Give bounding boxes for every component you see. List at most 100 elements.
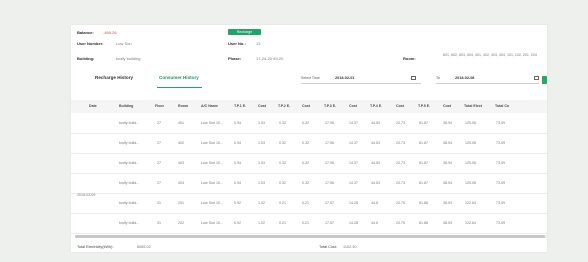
col-building: Building	[119, 104, 134, 108]
start-date-label: Select Time	[301, 76, 320, 80]
table-row: toolfy build... 27 403 Low Son 10... 0.94 1.0…	[71, 153, 547, 174]
end-date-input[interactable]: 2018-02-08	[455, 76, 474, 80]
cell-ac-name: Low Son 10...	[201, 201, 223, 205]
end-date-label: To	[436, 76, 440, 80]
cell-total-elect: 122.64	[465, 221, 476, 225]
cell-tp3-cost: 14.28	[349, 221, 358, 225]
phase-value: 17-24-20 49-20	[256, 56, 284, 61]
col-tp5-e: T.P.5 E.	[418, 104, 431, 108]
col-tp1-cost: Cost	[258, 104, 266, 108]
cell-total-cost: 73.49	[496, 141, 505, 145]
horizontal-scrollbar-thumb[interactable]	[75, 235, 545, 238]
cell-total-elect: 125.06	[465, 181, 476, 185]
cell-floor: 27	[157, 161, 161, 165]
cell-tp1-e: 0.94	[234, 121, 241, 125]
cell-tp5-e: 61.86	[419, 201, 428, 205]
total-electricity-label: Total Electricity(kWh):	[77, 245, 114, 249]
cell-building: toolfy build...	[119, 201, 140, 205]
cell-floor: 27	[157, 141, 161, 145]
cell-tp1-cost: 1.03	[258, 161, 265, 165]
tab-consumer-history[interactable]: Consumer History	[159, 75, 199, 80]
recharge-button[interactable]: Recharge	[228, 29, 261, 35]
date-group-cell: 2018-02-09	[77, 193, 96, 197]
cell-ac-name: Low Son 10...	[201, 121, 223, 125]
start-date-input[interactable]: 2018-02-01	[335, 76, 354, 80]
col-date: Date	[89, 104, 97, 108]
cell-room: 202	[178, 221, 184, 225]
cell-tp3-e: 17.57	[325, 221, 334, 225]
total-cost-label: Total Cost:	[319, 245, 337, 249]
cell-tp2-e: 0.21	[279, 201, 286, 205]
table-row: toolfy build... 27 402 Low Son 10... 0.94 1.0…	[71, 133, 547, 154]
calendar-icon[interactable]	[534, 76, 539, 80]
cell-tp1-e: 0.94	[234, 181, 241, 185]
cell-room: 404	[178, 181, 184, 185]
cell-total-cost: 73.49	[496, 201, 505, 205]
cell-tp5-cost: 38.94	[443, 181, 452, 185]
col-tp2-e: T.P.2 E.	[278, 104, 291, 108]
cell-tp1-e: 0.92	[234, 221, 241, 225]
cell-tp5-e: 61.86	[419, 221, 428, 225]
export-excel-icon[interactable]	[542, 76, 547, 84]
active-tab-indicator	[157, 87, 202, 88]
cell-tp2-e: 0.32	[279, 181, 286, 185]
room-value: 601, 602, 603, 604, 401, 402, 403, 404, …	[443, 53, 537, 57]
end-date-underline	[436, 83, 539, 84]
col-tp4-cost: Cost	[396, 104, 404, 108]
cell-tp3-e: 17.56	[325, 161, 334, 165]
cell-building: toolfy build...	[119, 121, 140, 125]
user-no-label: User No.:	[228, 41, 246, 46]
cell-tp2-cost: 0.32	[302, 121, 309, 125]
cell-tp2-e: 0.32	[279, 121, 286, 125]
cell-total-cost: 73.49	[496, 221, 505, 225]
cell-floor: 27	[157, 121, 161, 125]
cell-tp4-e: 44.6	[371, 221, 378, 225]
cell-building: toolfy build...	[119, 161, 140, 165]
total-electricity-value: 8085.02	[137, 245, 151, 249]
cell-tp2-e: 0.21	[279, 221, 286, 225]
cell-tp4-e: 44.6	[371, 201, 378, 205]
cell-ac-name: Low Son 10...	[201, 141, 223, 145]
cell-tp1-e: 0.94	[234, 141, 241, 145]
cell-tp5-cost: 38.93	[443, 221, 452, 225]
table-row: toolfy build... 27 404 Low Son 10... 0.94 1.0…	[71, 173, 547, 194]
cell-tp4-e: 44.53	[371, 161, 380, 165]
cell-tp4-cost: 20.73	[396, 121, 405, 125]
room-label: Room:	[403, 56, 416, 61]
cell-tp1-cost: 1.02	[258, 201, 265, 205]
cell-tp5-cost: 38.94	[443, 161, 452, 165]
cell-tp5-cost: 38.94	[443, 141, 452, 145]
cell-building: toolfy build...	[119, 221, 140, 225]
cell-tp2-cost: 0.32	[302, 181, 309, 185]
cell-tp2-cost: 0.21	[302, 221, 309, 225]
cell-tp2-cost: 0.32	[302, 161, 309, 165]
cell-total-cost: 73.49	[496, 161, 505, 165]
consumer-history-panel: Balance: -490.26 Recharge User Number: L…	[71, 25, 547, 252]
tab-recharge-history[interactable]: Recharge History	[95, 75, 133, 80]
table-row: toolfy build... 31 201 Low Son 10... 0.92 1.0…	[71, 193, 547, 214]
cell-tp2-cost: 0.21	[302, 201, 309, 205]
cell-tp1-e: 0.94	[234, 161, 241, 165]
cell-tp3-e: 17.57	[325, 201, 334, 205]
cell-total-elect: 125.06	[465, 161, 476, 165]
cell-room: 402	[178, 141, 184, 145]
cell-tp4-cost: 20.73	[396, 141, 405, 145]
table-row: toolfy build... 27 401 Low Son 10... 0.94 1.0…	[71, 113, 547, 134]
total-cost-value: 1102.30	[343, 245, 357, 249]
cell-tp1-cost: 1.03	[258, 121, 265, 125]
cell-total-cost: 73.49	[496, 121, 505, 125]
cell-ac-name: Low Son 10...	[201, 221, 223, 225]
cell-total-elect: 122.64	[465, 201, 476, 205]
cell-tp2-cost: 0.32	[302, 141, 309, 145]
cell-tp1-cost: 1.02	[258, 221, 265, 225]
col-ac-name: A/C Name	[201, 104, 218, 108]
cell-tp5-e: 61.87	[419, 141, 428, 145]
cell-tp4-cost: 20.75	[396, 201, 405, 205]
cell-room: 403	[178, 161, 184, 165]
calendar-icon[interactable]	[411, 76, 416, 80]
user-no-value: 13	[256, 41, 261, 46]
cell-tp5-e: 61.87	[419, 161, 428, 165]
cell-tp5-cost: 38.94	[443, 121, 452, 125]
cell-building: toolfy build...	[119, 141, 140, 145]
cell-tp2-e: 0.32	[279, 141, 286, 145]
